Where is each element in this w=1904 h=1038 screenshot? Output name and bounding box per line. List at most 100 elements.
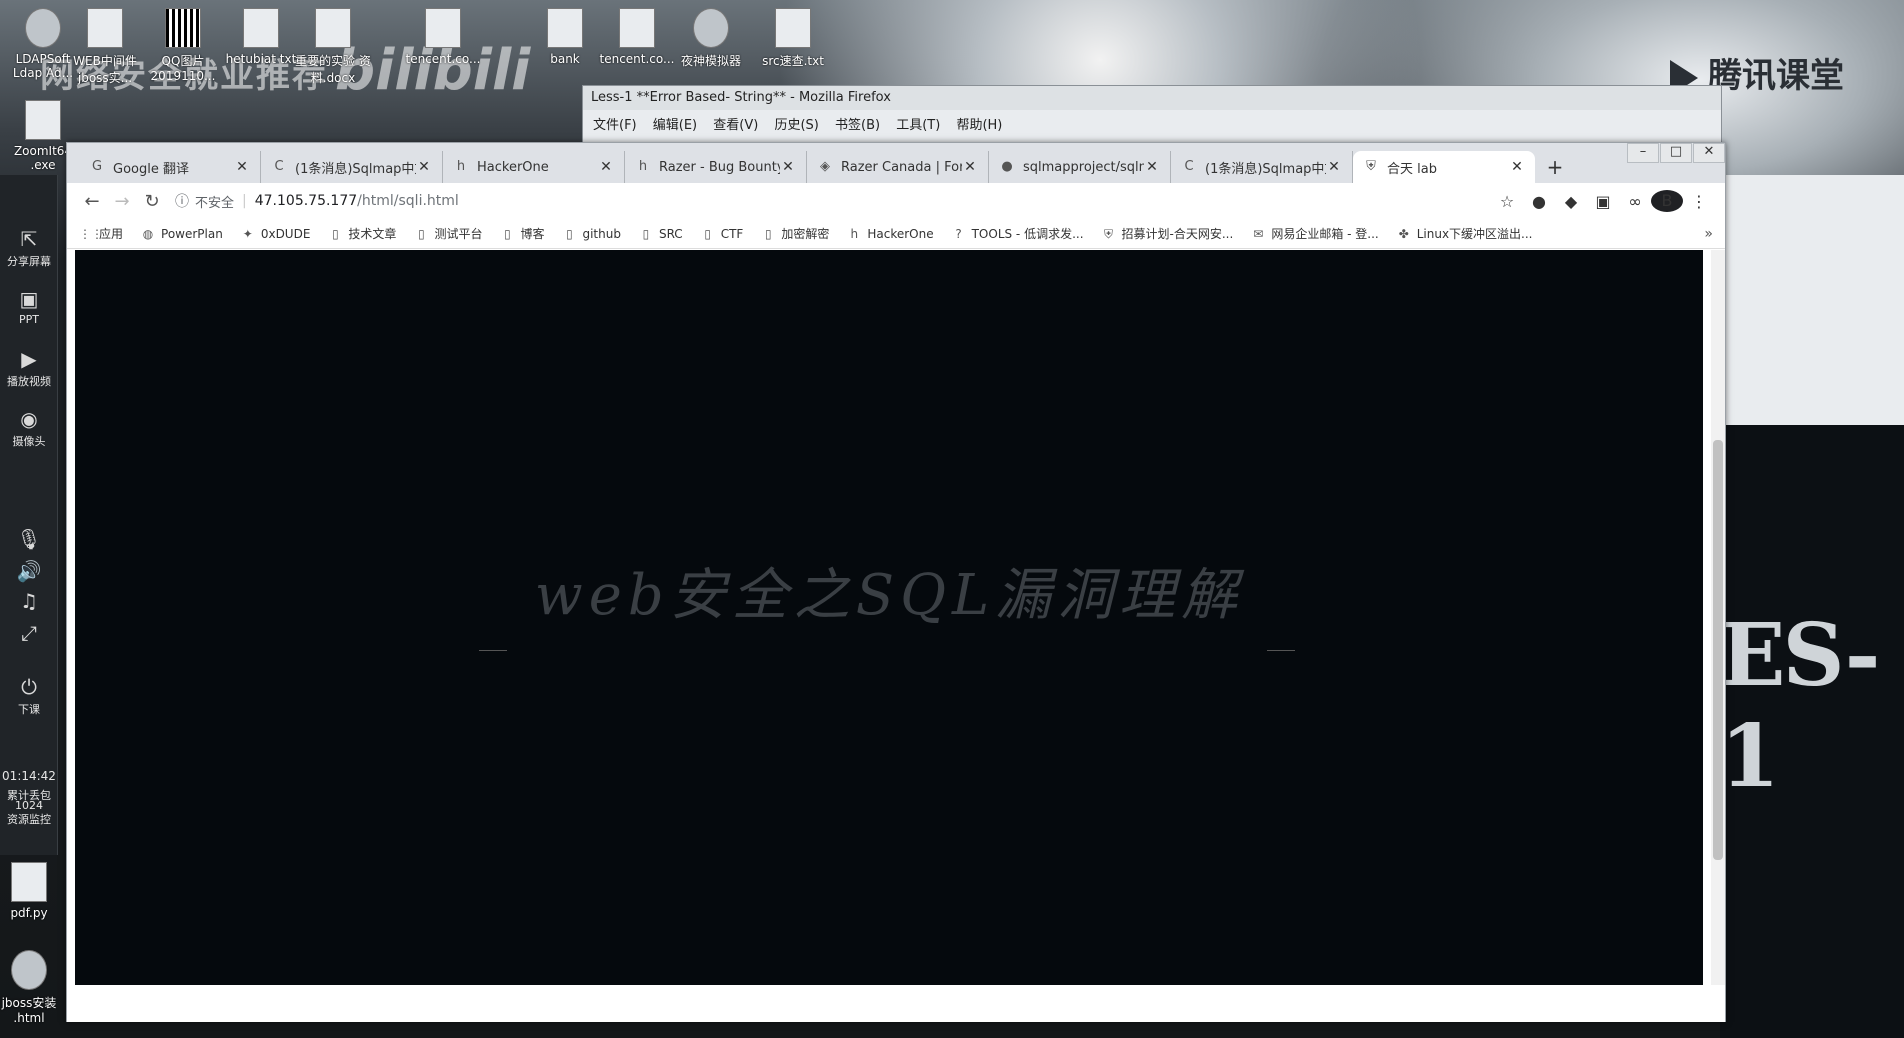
- tab-razer-bug-bounty[interactable]: h Razer - Bug Bounty ✕: [625, 151, 807, 183]
- html-file-icon: [11, 950, 47, 990]
- desktop-icon-pdf-py[interactable]: pdf.py: [0, 862, 72, 920]
- bookmark-0xdude[interactable]: ✦ 0xDUDE: [241, 227, 311, 241]
- close-icon[interactable]: ✕: [416, 159, 432, 175]
- close-icon[interactable]: ✕: [1326, 159, 1342, 175]
- extension-cube-icon[interactable]: ◆: [1555, 192, 1587, 211]
- mic-button[interactable]: 🎙: [0, 527, 58, 553]
- shield-icon: ⛨: [1104, 226, 1114, 241]
- profile-avatar[interactable]: B: [1651, 190, 1683, 212]
- bookmark-folder-test[interactable]: ▯ 测试平台: [414, 225, 482, 242]
- close-icon[interactable]: ✕: [234, 159, 250, 175]
- url-text: 47.105.75.177/html/sqli.html: [254, 193, 459, 209]
- firefox-window[interactable]: Less-1 **Error Based- String** - Mozilla…: [582, 85, 1722, 145]
- tools-icon: ?: [955, 226, 962, 241]
- scrollbar-thumb[interactable]: [1713, 440, 1723, 860]
- menu-view[interactable]: 查看(V): [713, 118, 758, 133]
- extension-glasses-icon[interactable]: ∞: [1619, 192, 1651, 211]
- video-icon: ▶: [21, 347, 37, 371]
- desktop-icon-tencent-1[interactable]: tencent.co...: [400, 8, 486, 66]
- desktop-icon-jboss[interactable]: WEB中间件 jboss实...: [62, 8, 148, 86]
- minimize-button[interactable]: –: [1627, 143, 1659, 163]
- tab-razer-canada[interactable]: ◈ Razer Canada | For ✕: [807, 151, 989, 183]
- menu-tools[interactable]: 工具(T): [896, 118, 940, 133]
- reload-icon[interactable]: ↻: [137, 191, 167, 212]
- bookmark-hackerone[interactable]: h HackerOne: [847, 226, 934, 241]
- hackerone-icon: h: [850, 226, 859, 241]
- bookmark-netease-mail[interactable]: ✉ 网易企业邮箱 - 登...: [1251, 225, 1378, 242]
- close-icon[interactable]: ✕: [1144, 159, 1160, 175]
- linux-icon: ✤: [1398, 226, 1409, 241]
- razer-icon: ◈: [820, 159, 830, 174]
- file-icon: [619, 8, 655, 48]
- page-content: web安全之SQL漏洞理解: [75, 250, 1703, 985]
- close-window-button[interactable]: ✕: [1693, 143, 1725, 163]
- file-icon: [547, 8, 583, 48]
- folder-icon: ▯: [332, 226, 339, 241]
- bookmark-folder-ctf[interactable]: ▯ CTF: [701, 227, 743, 241]
- speaker-button[interactable]: 🔊: [0, 559, 58, 585]
- folder-icon: ▯: [504, 226, 511, 241]
- tab-hetian-lab[interactable]: ⛨ 合天 lab ✕: [1353, 151, 1535, 183]
- ppt-button[interactable]: ▣ PPT: [0, 287, 58, 326]
- bookmark-recruit[interactable]: ⛨ 招募计划-合天网安...: [1102, 225, 1233, 242]
- desktop-icon-docx[interactable]: 重要的实验 资料.docx: [290, 8, 376, 86]
- bookmark-powerplan[interactable]: ◍ PowerPlan: [141, 227, 223, 241]
- csdn-icon: C: [1184, 159, 1194, 174]
- menu-file[interactable]: 文件(F): [593, 118, 637, 133]
- info-icon[interactable]: ⓘ: [175, 191, 189, 211]
- menu-history[interactable]: 历史(S): [774, 118, 818, 133]
- close-icon[interactable]: ✕: [1509, 159, 1525, 175]
- end-class-button[interactable]: ⏻ 下课: [0, 675, 58, 717]
- bookmark-folder-github[interactable]: ▯ github: [562, 227, 621, 241]
- desktop-icon-nox[interactable]: 夜神模拟器: [668, 8, 754, 69]
- tab-hackerone[interactable]: h HackerOne ✕: [443, 151, 625, 183]
- twitter-icon: ✦: [242, 226, 253, 241]
- navigation-toolbar: ← → ↻ ⓘ 不安全 | 47.105.75.177/html/sqli.ht…: [67, 183, 1725, 219]
- bookmark-linux-overflow[interactable]: ✤ Linux下缓冲区溢出...: [1397, 225, 1533, 242]
- menu-bookmarks[interactable]: 书签(B): [835, 118, 880, 133]
- tab-google-translate[interactable]: G Google 翻译 ✕: [79, 151, 261, 183]
- back-arrow-icon[interactable]: ←: [77, 191, 107, 212]
- fullscreen-icon: ⤢: [21, 621, 37, 645]
- resource-monitor-label: 资源监控: [7, 813, 51, 826]
- desktop-icon-qq-image[interactable]: QQ图片 2019110...: [140, 8, 226, 83]
- desktop-icon-jboss-html[interactable]: jboss安装 .html: [0, 950, 72, 1025]
- ppt-icon: ▣: [19, 287, 39, 311]
- bookmark-folder-crypto[interactable]: ▯ 加密解密: [761, 225, 829, 242]
- folder-icon: ▯: [642, 226, 650, 241]
- forward-arrow-icon[interactable]: →: [107, 191, 137, 212]
- music-button[interactable]: ♫: [0, 589, 58, 615]
- bookmark-folder-src[interactable]: ▯ SRC: [639, 227, 683, 241]
- folder-icon: ▯: [765, 226, 772, 241]
- bookmark-tools[interactable]: ? TOOLS - 低调求发...: [952, 225, 1083, 242]
- not-secure-label: 不安全: [195, 195, 235, 211]
- play-video-button[interactable]: ▶ 播放视频: [0, 347, 58, 389]
- music-icon: ♫: [20, 589, 38, 613]
- new-tab-button[interactable]: +: [1541, 153, 1569, 181]
- close-icon[interactable]: ✕: [780, 159, 796, 175]
- address-bar[interactable]: ⓘ 不安全 | 47.105.75.177/html/sqli.html: [175, 187, 1491, 215]
- maximize-button[interactable]: □: [1660, 143, 1692, 163]
- extension-user-icon[interactable]: ▣: [1587, 192, 1619, 211]
- bookmarks-overflow-icon[interactable]: »: [1704, 226, 1713, 242]
- tab-sqlmap-github[interactable]: ● sqlmapproject/sqlm ✕: [989, 151, 1171, 183]
- fullscreen-button[interactable]: ⤢: [0, 621, 58, 647]
- menu-edit[interactable]: 编辑(E): [653, 118, 697, 133]
- page-scrollbar[interactable]: [1711, 250, 1725, 985]
- bookmark-folder-tech[interactable]: ▯ 技术文章: [328, 225, 396, 242]
- tab-sqlmap-csdn-2[interactable]: C (1条消息)Sqlmap中文 ✕: [1171, 151, 1353, 183]
- bookmark-apps[interactable]: ⋮⋮ 应用: [79, 225, 123, 242]
- bookmark-star-icon[interactable]: ☆: [1491, 192, 1523, 211]
- hackerone-icon: h: [456, 159, 466, 174]
- menu-help[interactable]: 帮助(H): [956, 118, 1002, 133]
- close-icon[interactable]: ✕: [962, 159, 978, 175]
- close-icon[interactable]: ✕: [598, 159, 614, 175]
- tab-sqlmap-csdn-1[interactable]: C (1条消息)Sqlmap中文 ✕: [261, 151, 443, 183]
- camera-button[interactable]: ◉ 摄像头: [0, 407, 58, 449]
- file-icon: [775, 8, 811, 48]
- bookmark-folder-blog[interactable]: ▯ 博客: [500, 225, 544, 242]
- share-screen-button[interactable]: ⇱ 分享屏幕: [0, 227, 58, 269]
- extension-circle-icon[interactable]: ●: [1523, 192, 1555, 211]
- menu-dots-icon[interactable]: ⋮: [1683, 192, 1715, 211]
- desktop-icon-src-txt[interactable]: src速查.txt: [750, 8, 836, 69]
